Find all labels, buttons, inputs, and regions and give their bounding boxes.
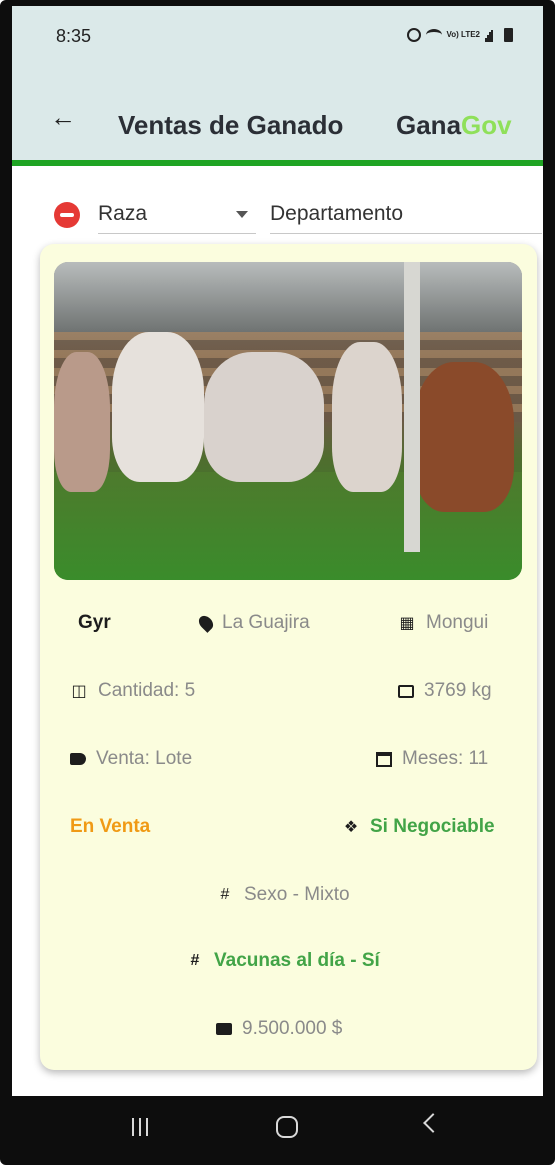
alarm-icon <box>406 28 421 42</box>
phone-frame: 8:35 Vo) LTE2 ← Ventas de Ganado GanaGov… <box>0 0 555 1165</box>
calendar-icon <box>376 751 392 767</box>
departamento-dropdown[interactable]: Departamento <box>270 196 542 234</box>
breed-text: Gyr <box>78 612 111 634</box>
photo-roof <box>54 262 522 332</box>
ticket-icon: ◫ <box>71 683 87 700</box>
departamento-dropdown-label: Departamento <box>270 202 404 225</box>
photo-cow <box>414 362 514 512</box>
quantity-value: Cantidad: 5 <box>98 680 196 701</box>
hash-icon: # <box>220 886 230 903</box>
hash-icon: # <box>190 952 200 969</box>
price-value: 9.500.000 $ <box>242 1018 343 1039</box>
months-info: Meses: 11 <box>376 748 488 770</box>
recent-apps-icon[interactable] <box>132 1118 148 1136</box>
brand-logo: GanaGov <box>396 110 512 141</box>
raza-dropdown-label: Raza <box>98 202 148 225</box>
photo-cow <box>204 352 324 482</box>
photo-cow <box>54 352 110 492</box>
photo-cow <box>112 332 204 482</box>
department-info: La Guajira <box>196 612 310 634</box>
scale-icon <box>398 684 414 698</box>
sale-type-info: Venta: Lote <box>70 748 192 770</box>
photo-cow <box>332 342 402 492</box>
status-bar: 8:35 Vo) LTE2 <box>12 6 543 72</box>
back-arrow-icon[interactable]: ← <box>50 102 76 133</box>
vaccines-info: # Vacunas al día - Sí <box>186 950 380 972</box>
filter-bar: Raza Departamento <box>12 184 543 236</box>
department-value: La Guajira <box>222 612 310 633</box>
cash-icon <box>216 1023 232 1035</box>
brand-part1: Gana <box>396 110 462 140</box>
tag-icon <box>70 753 86 765</box>
city-icon: ▦ <box>399 615 415 632</box>
cattle-photo <box>54 262 522 580</box>
months-value: Meses: 11 <box>402 748 489 769</box>
handshake-icon: ❖ <box>343 819 359 836</box>
nav-back-icon[interactable] <box>423 1113 443 1133</box>
chevron-down-icon <box>236 211 248 218</box>
quantity-info: ◫ Cantidad: 5 <box>70 680 195 702</box>
lte-icon: Vo) LTE2 <box>446 30 480 39</box>
weight-value: 3769 kg <box>424 680 492 701</box>
app-bar: ← Ventas de Ganado GanaGov <box>12 72 543 166</box>
status-time: 8:35 <box>56 26 92 46</box>
photo-post <box>404 262 420 552</box>
breed-value: Gyr <box>78 612 111 633</box>
screen: 8:35 Vo) LTE2 ← Ventas de Ganado GanaGov… <box>12 6 543 1159</box>
home-icon[interactable] <box>276 1116 298 1138</box>
sale-type-value: Venta: Lote <box>96 748 193 769</box>
system-nav-bar <box>12 1096 543 1159</box>
sex-value: Sexo - Mixto <box>244 884 350 905</box>
remove-filter-icon[interactable] <box>54 202 80 228</box>
brand-part2: Gov <box>461 110 512 140</box>
battery-icon <box>504 28 513 42</box>
vaccines-value: Vacunas al día - Sí <box>214 950 380 971</box>
raza-dropdown[interactable]: Raza <box>98 196 256 234</box>
wifi-icon <box>425 29 442 41</box>
sale-status-value: En Venta <box>70 816 151 837</box>
municipality-value: Mongui <box>426 612 489 633</box>
location-pin-icon <box>196 613 216 633</box>
signal-icon <box>485 29 499 42</box>
sale-status: En Venta <box>70 816 150 838</box>
listing-card[interactable]: Gyr La Guajira ▦ Mongui ◫ Cantidad: 5 37… <box>40 244 537 1070</box>
price-info: 9.500.000 $ <box>216 1018 342 1040</box>
negotiable-value: Si Negociable <box>370 816 495 837</box>
negotiable-info: ❖ Si Negociable <box>342 816 495 838</box>
weight-info: 3769 kg <box>398 680 492 702</box>
municipality-info: ▦ Mongui <box>398 612 488 634</box>
page-title: Ventas de Ganado <box>118 110 344 140</box>
status-icons: Vo) LTE2 <box>406 28 513 42</box>
sex-info: # Sexo - Mixto <box>216 884 350 906</box>
